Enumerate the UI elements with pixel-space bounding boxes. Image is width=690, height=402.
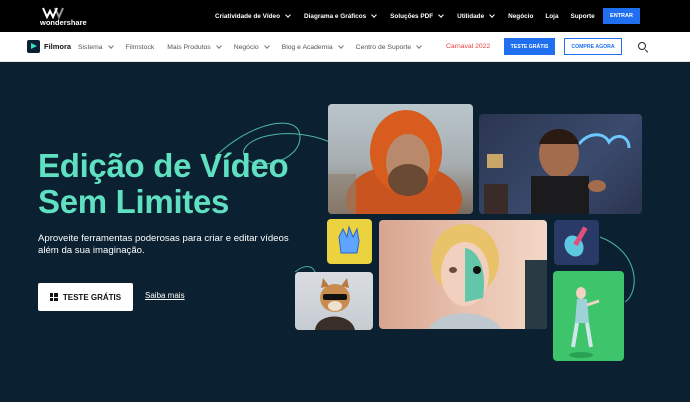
hero-subtitle-line2: além da sua imaginação. — [38, 245, 145, 256]
sticker-guitar-icon — [554, 220, 599, 265]
windows-icon — [49, 293, 58, 301]
photo-dog-sunglasses — [295, 272, 373, 330]
chevron-down-icon — [438, 12, 444, 18]
wondershare-logo[interactable]: wondershare — [40, 5, 100, 27]
chevron-down-icon — [489, 12, 495, 18]
topnav-item-label: Suporte — [570, 12, 595, 20]
subnav-item-mais-produtos[interactable]: Mais Produtos — [167, 43, 222, 51]
chevron-down-icon — [215, 43, 222, 49]
topnav-item-diagrama-e-graficos[interactable]: Diagrama e Gráficos — [304, 12, 378, 20]
topnav-item-loja[interactable]: Loja — [545, 13, 558, 20]
topnav-item-solucoes-pdf[interactable]: Soluções PDF — [390, 12, 444, 20]
topnav-item-utilidade[interactable]: Utilidade — [457, 12, 495, 20]
login-button[interactable]: ENTRAR — [603, 8, 640, 24]
subnav-item-label: Blog e Academia — [281, 43, 333, 51]
topnav-item-label: Utilidade — [457, 12, 485, 20]
free-trial-button-label: TESTE GRÁTIS — [62, 292, 122, 302]
chevron-down-icon — [416, 43, 423, 49]
sticker-hand-yellow — [327, 219, 372, 264]
subnav-item-sistema[interactable]: Sistema — [78, 43, 114, 51]
free-trial-button-nav[interactable]: TESTE GRÁTIS — [504, 38, 555, 55]
free-trial-button[interactable]: TESTE GRÁTIS — [38, 283, 133, 311]
chevron-down-icon — [337, 43, 344, 49]
filmora-logo-icon[interactable] — [27, 40, 40, 53]
hero-headline-line1: Edição de Vídeo — [38, 147, 289, 184]
wondershare-logo-text: wondershare — [40, 18, 87, 27]
product-nav-items: Sistema Filmstock Mais Produtos Negócio Blog… — [78, 32, 434, 62]
hero-subtitle-line1: Aproveite ferramentas poderosas para cri… — [38, 233, 289, 244]
subnav-item-label: Mais Produtos — [167, 43, 211, 51]
hero-headline-line2: Sem Limites — [38, 183, 230, 220]
topnav-item-label: Negócio — [508, 12, 534, 20]
photo-greenscreen-dancer — [553, 271, 624, 361]
photo-man-neon-studio — [479, 114, 642, 214]
subnav-item-label: Filmstock — [125, 43, 155, 51]
photo-woman-face-paint — [379, 220, 547, 329]
chevron-down-icon — [263, 43, 270, 49]
topnav-item-suporte[interactable]: Suporte — [571, 13, 595, 20]
chevron-down-icon — [285, 12, 291, 18]
topnav-item-label: Loja — [545, 12, 559, 20]
global-nav: Criatividade de Vídeo Diagrama e Gráficos… — [215, 0, 595, 32]
topnav-item-label: Soluções PDF — [390, 12, 434, 20]
subnav-item-label: Centro de Suporte — [355, 43, 412, 51]
photo-man-orange-hood — [328, 104, 473, 214]
subnav-item-filmstock[interactable]: Filmstock — [126, 44, 155, 51]
promo-link[interactable]: Carnaval 2022 — [446, 43, 490, 50]
chevron-down-icon — [371, 12, 378, 18]
topnav-item-negocio[interactable]: Negócio — [508, 13, 533, 20]
subnav-item-centro-de-suporte[interactable]: Centro de Suporte — [355, 43, 423, 51]
product-name[interactable]: Filmora — [44, 42, 71, 51]
search-icon[interactable] — [638, 42, 646, 50]
topnav-item-criatividade-de-video[interactable]: Criatividade de Vídeo — [215, 12, 291, 20]
hero-subtitle: Aproveite ferramentas poderosas para cri… — [38, 233, 298, 257]
global-topbar: wondershare Criatividade de Vídeo Diagram… — [0, 0, 690, 32]
subnav-item-label: Sistema — [78, 43, 103, 51]
chevron-down-icon — [107, 43, 114, 49]
topnav-item-label: Criatividade de Vídeo — [215, 12, 280, 20]
hero-section: Edição de Vídeo Sem Limites Aproveite fe… — [0, 62, 690, 402]
hero-headline: Edição de Vídeo Sem Limites — [38, 147, 289, 220]
topnav-item-label: Diagrama e Gráficos — [304, 12, 367, 20]
buy-now-button[interactable]: COMPRE AGORA — [564, 38, 622, 55]
learn-more-link[interactable]: Saiba mais — [145, 291, 185, 300]
subnav-item-negocio[interactable]: Negócio — [233, 43, 270, 51]
subnav-item-label: Negócio — [233, 43, 259, 51]
subnav-item-blog-e-academia[interactable]: Blog e Academia — [281, 43, 344, 51]
